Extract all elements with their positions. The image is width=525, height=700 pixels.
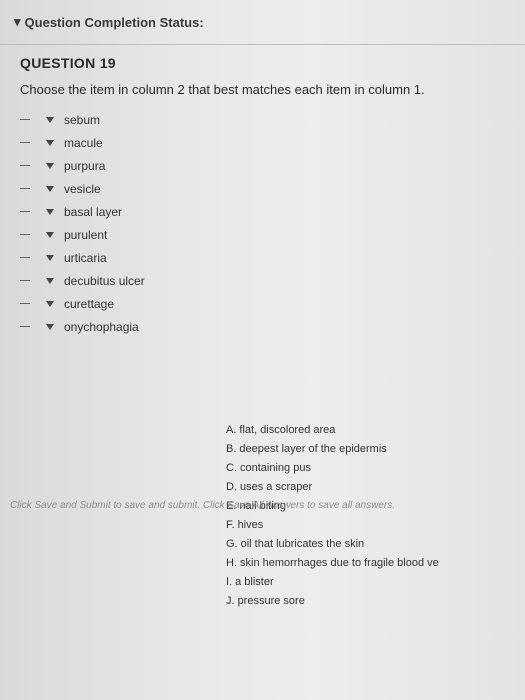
match-row: curettage	[20, 292, 145, 315]
dropdown-caret-icon	[46, 231, 54, 238]
save-instructions: Click Save and Submit to save and submit…	[10, 500, 395, 511]
answer-placeholder	[20, 326, 30, 327]
status-label: Question Completion Status:	[24, 14, 204, 30]
answer-text: uses a scraper	[240, 481, 313, 493]
match-row: onychophagia	[20, 315, 145, 338]
dropdown-caret-icon	[46, 162, 54, 169]
term-label: vesicle	[64, 181, 101, 196]
answer-key: G.	[226, 538, 238, 550]
answer-text: oil that lubricates the skin	[240, 538, 365, 550]
term-label: purpura	[64, 158, 106, 173]
term-label: purulent	[64, 227, 108, 242]
divider	[0, 44, 525, 45]
answer-option: D. uses a scraper	[226, 481, 439, 500]
answer-key: F.	[226, 519, 235, 531]
answer-text: a blister	[235, 576, 274, 588]
match-row: basal layer	[20, 200, 145, 223]
term-label: curettage	[64, 296, 115, 311]
match-row: purpura	[20, 154, 145, 177]
dropdown-caret-icon	[46, 139, 54, 146]
dropdown-caret-icon	[46, 254, 54, 261]
match-row: decubitus ulcer	[20, 269, 145, 292]
answer-option: G. oil that lubricates the skin	[226, 538, 439, 557]
match-row: sebum	[20, 108, 145, 131]
match-row: vesicle	[20, 177, 145, 200]
answer-select[interactable]	[42, 296, 58, 312]
dropdown-caret-icon	[46, 323, 54, 330]
answer-text: hives	[237, 519, 264, 531]
term-label: urticaria	[64, 250, 107, 265]
answer-option: C. containing pus	[226, 462, 439, 481]
dropdown-caret-icon	[46, 208, 54, 215]
answer-option: B. deepest layer of the epidermis	[226, 443, 439, 462]
answer-option: F. hives	[226, 519, 439, 538]
answer-placeholder	[20, 119, 30, 120]
answer-text: flat, discolored area	[239, 424, 336, 436]
term-label: onychophagia	[64, 319, 139, 334]
answer-placeholder	[20, 142, 30, 143]
dropdown-caret-icon	[46, 277, 54, 284]
answer-option: A. flat, discolored area	[226, 424, 439, 443]
answer-select[interactable]	[42, 204, 58, 220]
answer-text: skin hemorrhages due to fragile blood ve	[240, 557, 439, 569]
answer-key: I.	[226, 576, 233, 588]
answer-option: H. skin hemorrhages due to fragile blood …	[226, 557, 439, 576]
answer-select[interactable]	[42, 273, 58, 289]
column2-list: A. flat, discolored area B. deepest layer …	[226, 424, 439, 614]
answer-select[interactable]	[42, 112, 58, 128]
match-row: macule	[20, 131, 145, 154]
term-label: macule	[64, 135, 103, 150]
page: ▾ Question Completion Status: QUESTION 1…	[0, 0, 525, 700]
answer-key: D.	[226, 481, 237, 493]
expand-arrow-icon: ▾	[14, 14, 21, 29]
answer-key: C.	[226, 462, 237, 474]
dropdown-caret-icon	[46, 116, 54, 123]
question-title: QUESTION 19	[20, 55, 116, 71]
question-completion-status[interactable]: ▾ Question Completion Status:	[14, 14, 204, 30]
answer-text: containing pus	[240, 462, 311, 474]
question-prompt: Choose the item in column 2 that best ma…	[20, 82, 425, 97]
match-row: purulent	[20, 223, 145, 246]
term-label: decubitus ulcer	[64, 273, 145, 288]
dropdown-caret-icon	[46, 185, 54, 192]
answer-select[interactable]	[42, 158, 58, 174]
answer-select[interactable]	[42, 135, 58, 151]
answer-select[interactable]	[42, 250, 58, 266]
term-label: basal layer	[64, 204, 123, 219]
answer-text: deepest layer of the epidermis	[239, 443, 387, 455]
answer-select[interactable]	[42, 227, 58, 243]
column1-list: sebum macule purpura vesicle basal layer…	[20, 108, 145, 338]
answer-key: B.	[226, 443, 237, 455]
answer-text: pressure sore	[237, 595, 305, 607]
answer-option: J. pressure sore	[226, 595, 439, 614]
answer-placeholder	[20, 234, 30, 235]
match-row: urticaria	[20, 246, 145, 269]
answer-placeholder	[20, 165, 30, 166]
answer-placeholder	[20, 257, 30, 258]
answer-placeholder	[20, 303, 30, 304]
answer-placeholder	[20, 211, 30, 212]
answer-placeholder	[20, 188, 30, 189]
answer-select[interactable]	[42, 319, 58, 335]
answer-placeholder	[20, 280, 30, 281]
answer-option: I. a blister	[226, 576, 439, 595]
answer-key: A.	[226, 424, 237, 436]
answer-key: J.	[226, 595, 235, 607]
answer-key: H.	[226, 557, 237, 569]
dropdown-caret-icon	[46, 300, 54, 307]
term-label: sebum	[64, 112, 101, 127]
answer-select[interactable]	[42, 181, 58, 197]
